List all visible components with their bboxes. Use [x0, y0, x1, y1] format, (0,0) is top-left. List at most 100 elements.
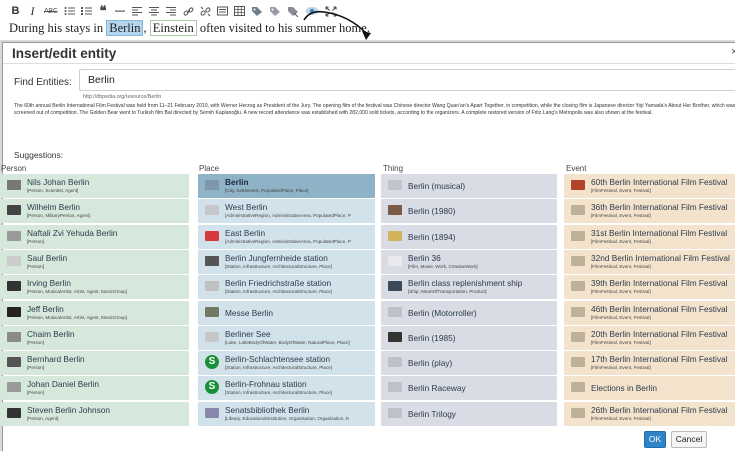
suggestion-card-thing[interactable]: Berlin (Motorroller): [381, 300, 557, 325]
horizontal-rule-button[interactable]: [113, 4, 128, 18]
suggestion-name: Bernhard Berlin: [27, 354, 85, 365]
suggestion-types: [FilmFestival, Event, Festival]: [591, 238, 651, 244]
suggestion-name: 17th Berlin International Film Festival: [591, 354, 728, 365]
suggestion-card-place[interactable]: Berlin [City, Settlement, PopulatedPlace,…: [198, 174, 375, 198]
suggestion-card-place[interactable]: West Berlin [AdministrativeRegion, Admini…: [198, 199, 375, 224]
suggestion-card-person[interactable]: Irving Berlin [Person, MusicalArtist, Art…: [0, 275, 189, 300]
format-button[interactable]: [215, 4, 230, 18]
thumbnail-icon: [388, 357, 402, 368]
suggestion-card-thing[interactable]: Berlin Trilogy: [381, 401, 557, 426]
suggestion-card-thing[interactable]: Berlin (play): [381, 351, 557, 376]
editor-content[interactable]: During his stays in Berlin, Einstein oft…: [9, 20, 370, 36]
suggestion-card-event[interactable]: 31st Berlin International Film Festival[…: [564, 224, 735, 249]
editor-toolbar: B I ABC ❝: [8, 3, 341, 18]
untag-button[interactable]: [285, 4, 301, 18]
suggestion-types: [Person, MilitaryPerson, Agent]: [27, 213, 91, 219]
align-right-icon: [166, 7, 176, 16]
suggestion-card-person[interactable]: Johan Daniel Berlin [Person]: [0, 376, 189, 401]
close-icon[interactable]: ×: [731, 46, 735, 58]
numbered-list-button[interactable]: [79, 4, 94, 18]
suggestion-card-event[interactable]: 46th Berlin International Film Festival[…: [564, 300, 735, 325]
suggestion-types: [Film, Movie, Work, CreativeWork]: [408, 263, 478, 269]
suggestion-card-thing[interactable]: Berlin (1980): [381, 199, 557, 224]
suggestion-card-event[interactable]: 32nd Berlin International Film Festival[…: [564, 249, 735, 274]
suggestion-card-event[interactable]: 36th Berlin International Film Festival[…: [564, 199, 735, 224]
suggestion-card-person[interactable]: Steven Berlin Johnson [Person, Agent]: [0, 401, 189, 426]
suggestion-name: Irving Berlin: [27, 278, 71, 289]
column-header-event: Event: [566, 164, 587, 173]
suggestion-name: Elections in Berlin: [591, 383, 657, 394]
suggestion-types: [FilmFestival, Event, Festival]: [591, 289, 651, 295]
suggestion-card-event[interactable]: 26th Berlin International Film Festival[…: [564, 401, 735, 426]
suggestion-card-person[interactable]: Wilhelm Berlin [Person, MilitaryPerson, A…: [0, 199, 189, 224]
suggestion-card-thing[interactable]: Berlin (1985): [381, 325, 557, 350]
suggestion-card-thing[interactable]: Berlin 36 [Film, Movie, Work, CreativeWor…: [381, 249, 557, 274]
insert-entity-button[interactable]: [249, 4, 265, 18]
suggestion-name: Berlin (musical): [408, 181, 466, 191]
suggestion-card-person[interactable]: Bernhard Berlin [Person]: [0, 351, 189, 376]
suggestion-name: 31st Berlin International Film Festival: [591, 227, 728, 238]
suggestion-card-place[interactable]: Senatsbibliothek Berlin [Library, Educati…: [198, 401, 375, 426]
strikethrough-button[interactable]: ABC: [42, 4, 60, 18]
suggestion-name: 36th Berlin International Film Festival: [591, 202, 728, 213]
align-left-button[interactable]: [130, 4, 145, 18]
suggestion-card-event[interactable]: 17th Berlin International Film Festival[…: [564, 351, 735, 376]
suggestion-card-person[interactable]: Chaim Berlin [Person]: [0, 325, 189, 350]
sbahn-logo-icon: S: [205, 355, 219, 370]
suggestion-card-person[interactable]: Jeff Berlin [Person, MusicalArtist, Artis…: [0, 300, 189, 325]
suggestion-name: Berlin (Motorroller): [408, 307, 477, 318]
suggestion-card-event[interactable]: 20th Berlin International Film Festival[…: [564, 325, 735, 350]
thumbnail-icon: [7, 357, 21, 368]
thumbnail-icon: [571, 306, 585, 317]
suggestion-name: 32nd Berlin International Film Festival: [591, 252, 730, 263]
blockquote-button[interactable]: ❝: [96, 3, 111, 18]
suggestion-card-thing[interactable]: Berlin Raceway: [381, 376, 557, 401]
suggestion-card-place[interactable]: Berlin Friedrichstraße station [Station, …: [198, 275, 375, 300]
suggestion-card-place[interactable]: Berlin Jungfernheide station [Station, In…: [198, 249, 375, 274]
suggestion-card-person[interactable]: Saul Berlin [Person]: [0, 249, 189, 274]
suggestion-card-place[interactable]: S Berlin-Schlachtensee station [Station, I…: [198, 351, 375, 376]
entity-mention-berlin[interactable]: Berlin: [106, 20, 144, 36]
suggestion-card-person[interactable]: Naftali Zvi Yehuda Berlin [Person]: [0, 224, 189, 249]
suggestion-card-person[interactable]: Nils Johan Berlin [Person, Scientist, Age…: [0, 174, 189, 198]
remove-link-button[interactable]: [198, 4, 213, 18]
thumbnail-icon: [205, 331, 219, 342]
find-entities-input[interactable]: [79, 69, 735, 91]
suggestion-card-thing[interactable]: Berlin (musical): [381, 174, 557, 198]
suggestion-types: [FilmFestival, Event, Festival]: [591, 339, 651, 345]
align-right-button[interactable]: [164, 4, 179, 18]
suggestion-card-place[interactable]: S Berlin-Frohnau station [Station, Infrast…: [198, 376, 375, 401]
sbahn-logo-icon: S: [205, 380, 219, 395]
thumbnail-icon: [7, 382, 21, 393]
bullet-list-button[interactable]: [62, 4, 77, 18]
tag-button[interactable]: [267, 4, 283, 18]
suggestions-label: Suggestions:: [14, 150, 64, 160]
editor-text: ,: [143, 21, 150, 35]
table-button[interactable]: [232, 4, 247, 18]
suggestion-card-place[interactable]: Berliner See [Lake, LakeBodyOfWater, Body…: [198, 325, 375, 350]
thumbnail-icon: [7, 306, 21, 317]
align-center-button[interactable]: [147, 4, 162, 18]
suggestion-card-thing[interactable]: Berlin class replenishment ship [Ship, Me…: [381, 275, 557, 300]
dialog-header: Insert/edit entity ×: [3, 43, 735, 64]
thumbnail-icon: [205, 281, 219, 292]
insert-link-button[interactable]: [181, 4, 196, 18]
thumbnail-icon: [388, 180, 402, 190]
ok-button[interactable]: OK: [644, 431, 666, 448]
entity-mention-einstein[interactable]: Einstein: [149, 20, 197, 36]
suggestion-name: West Berlin: [225, 202, 268, 213]
suggestion-card-place[interactable]: East Berlin [AdministrativeRegion, Admini…: [198, 224, 375, 249]
thumbnail-icon: [7, 407, 21, 418]
suggestion-card-event[interactable]: 60th Berlin International Film Festival[…: [564, 174, 735, 198]
tag-icon: [269, 6, 280, 16]
editor-text: often visited to his summer home.: [196, 21, 370, 35]
suggestion-card-event[interactable]: 39th Berlin International Film Festival[…: [564, 275, 735, 300]
table-icon: [233, 6, 245, 16]
suggestion-card-place[interactable]: Messe Berlin: [198, 300, 375, 325]
suggestion-types: [AdministrativeRegion, AdministrativeAre…: [225, 238, 351, 244]
suggestion-card-event[interactable]: Elections in Berlin: [564, 376, 735, 401]
suggestion-card-thing[interactable]: Berlin (1894): [381, 224, 557, 249]
cancel-button[interactable]: Cancel: [671, 431, 707, 448]
bold-button[interactable]: B: [8, 4, 23, 18]
italic-button[interactable]: I: [25, 4, 40, 18]
